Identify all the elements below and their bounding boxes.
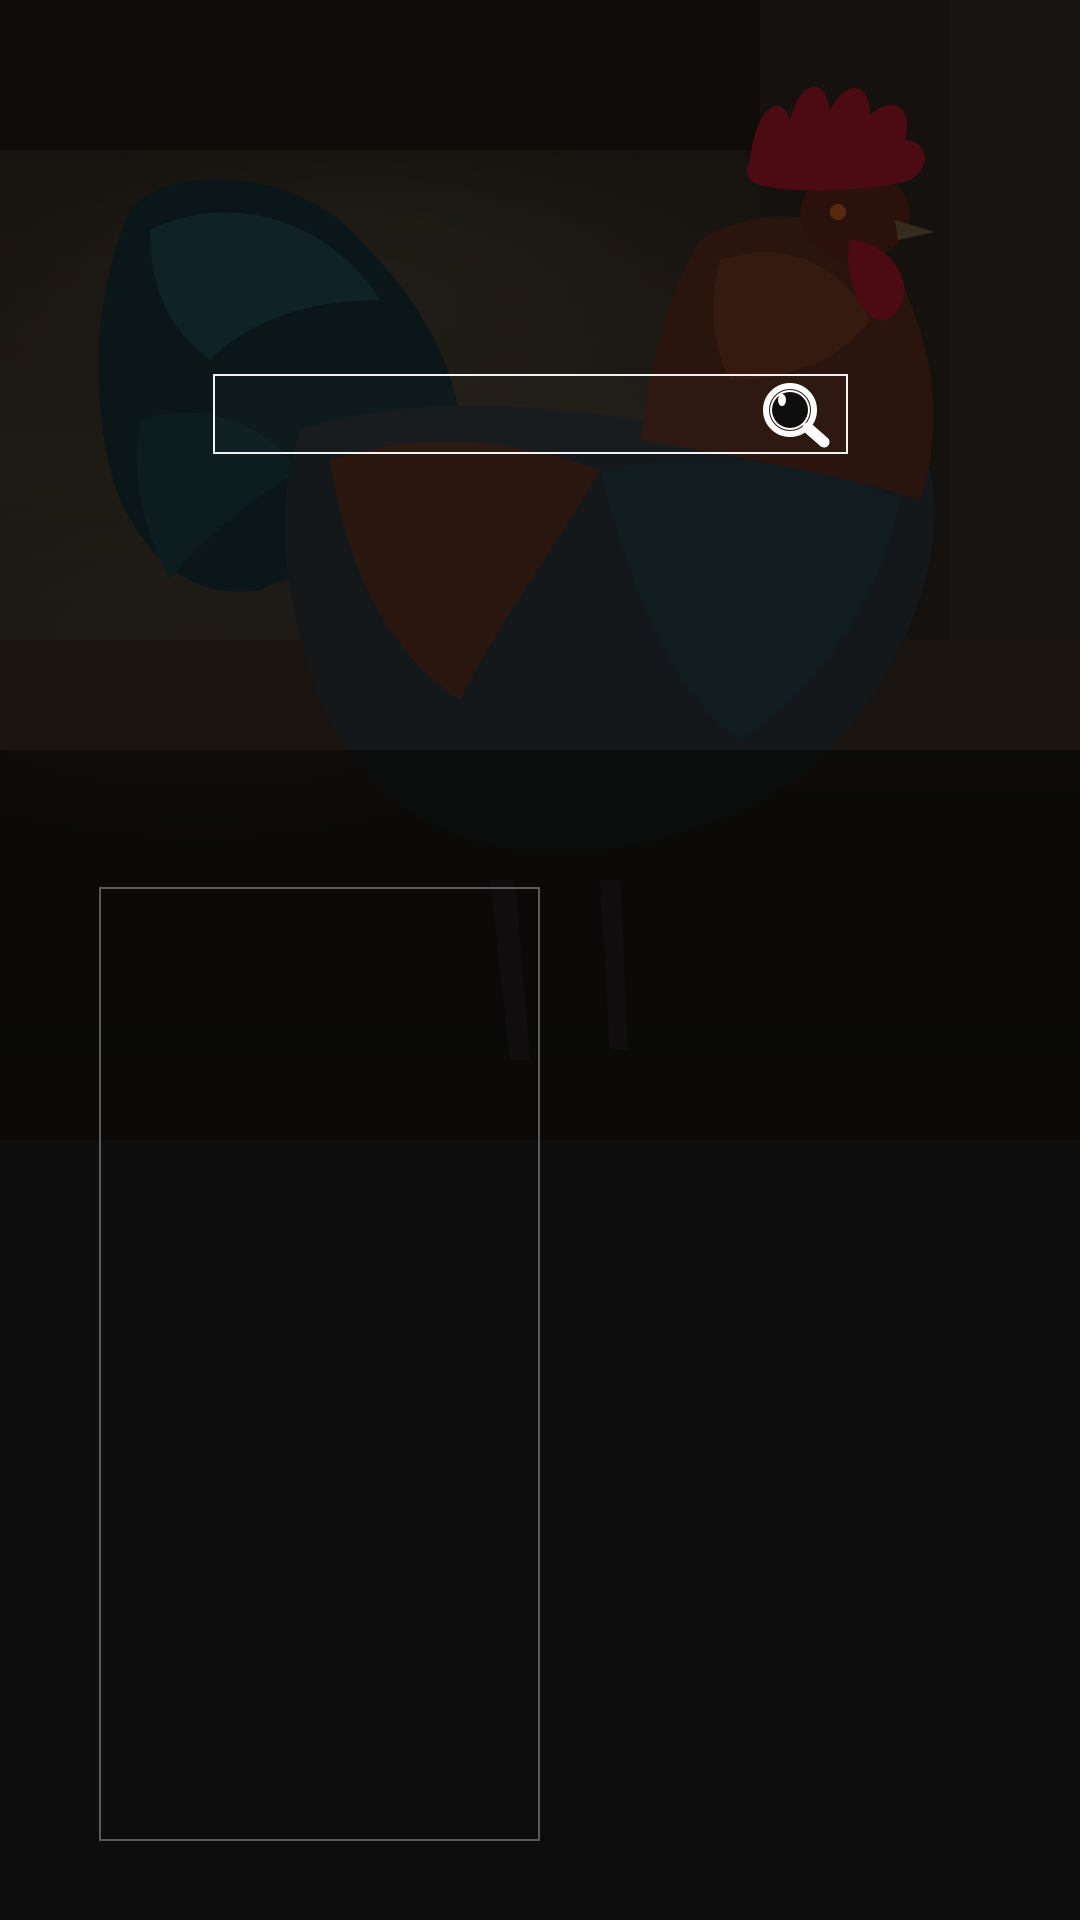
search-button[interactable] [762,382,832,448]
search-input[interactable] [215,376,755,452]
search-bar [213,374,848,454]
content-panel [99,887,540,1841]
magnifier-icon [763,383,830,448]
page [0,0,1080,1920]
